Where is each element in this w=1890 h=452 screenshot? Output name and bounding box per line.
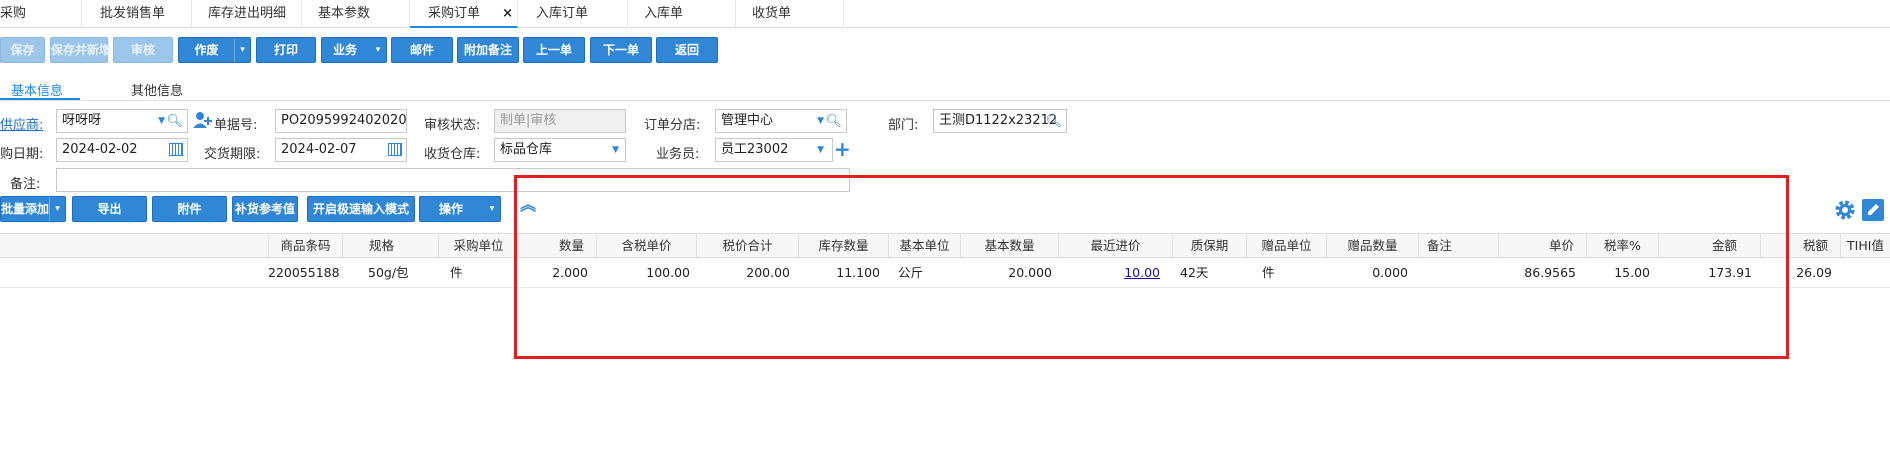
cell-barcode: 220055188 (268, 265, 340, 280)
col-spec[interactable]: 规格 (342, 233, 438, 258)
chevron-down-icon[interactable]: ▾ (370, 38, 386, 62)
save-new-button[interactable]: 保存并新增 (50, 37, 111, 63)
audit-status-field: 制单|审核 (494, 109, 626, 133)
audit-status-label: 审核状态: (424, 118, 481, 133)
tab-bar: 采购 批发销售单 库存进出明细 基本参数 采购订单 × 入库订单 入库单 收货单 (0, 0, 1890, 28)
supplier-value: 呀呀呀 (62, 113, 102, 128)
edit-icon[interactable] (1862, 199, 1884, 221)
chevron-down-icon[interactable]: ▾ (234, 38, 250, 62)
business-label: 业务 (332, 43, 357, 57)
subtab-indicator (0, 98, 80, 100)
dept-label: 部门: (888, 118, 919, 133)
chevron-down-icon[interactable]: ▼ (612, 139, 619, 161)
doc-no-label: 单据号: (214, 118, 258, 133)
batch-add-button[interactable]: 批量添加 ▾ (0, 196, 66, 222)
purchase-date-label: 购日期: (0, 147, 44, 162)
tab-label: 批发销售单 (100, 6, 166, 21)
attach-note-button[interactable]: 附加备注 (457, 37, 519, 63)
warehouse-value: 标品仓库 (500, 142, 553, 157)
calendar-icon[interactable] (388, 143, 402, 156)
audit-button[interactable]: 审核 (113, 37, 173, 63)
batch-add-label: 批量添加 (1, 202, 50, 216)
tab-purchase-order[interactable]: 采购订单 × (410, 0, 518, 28)
tab-label: 采购 (0, 6, 27, 21)
void-label: 作废 (194, 43, 219, 57)
cell-unit: 件 (450, 265, 463, 280)
tab-label: 基本参数 (318, 6, 371, 21)
subtab-divider (0, 100, 1890, 101)
col-tihi[interactable]: TIHI值 (1840, 233, 1890, 258)
tab-label: 库存进出明细 (208, 6, 287, 21)
delivery-value: 2024-02-07 (281, 142, 357, 157)
search-icon[interactable]: 🔍︎ (1045, 111, 1062, 132)
operate-label: 操作 (438, 202, 463, 216)
mail-button[interactable]: 邮件 (391, 37, 453, 63)
tab-label: 入库单 (644, 6, 684, 21)
cell-tihi (1840, 259, 1890, 287)
doc-no-field[interactable]: PO20959924020200( (275, 109, 407, 133)
gear-icon[interactable] (1833, 198, 1857, 225)
delivery-label: 交货期限: (204, 147, 261, 162)
supplier-label[interactable]: 供应商: (0, 114, 43, 133)
tab-receipt[interactable]: 收货单 (736, 0, 844, 28)
staff-label: 业务员: (656, 147, 700, 162)
business-button[interactable]: 业务 ▾ (321, 37, 387, 63)
staff-field[interactable]: 员工23002 ▼ (715, 138, 833, 162)
calendar-icon[interactable] (169, 143, 183, 156)
void-button[interactable]: 作废 ▾ (178, 37, 251, 63)
prev-button[interactable]: 上一单 (523, 37, 585, 63)
save-button[interactable]: 保存 (0, 37, 45, 63)
purchase-date-field[interactable]: 2024-02-02 (56, 138, 188, 162)
print-button[interactable]: 打印 (256, 37, 316, 63)
staff-value: 员工23002 (721, 142, 789, 157)
tab-label: 入库订单 (536, 6, 589, 21)
next-button[interactable]: 下一单 (590, 37, 652, 63)
tab-label: 收货单 (752, 6, 792, 21)
plus-icon[interactable]: + (834, 138, 851, 160)
export-button[interactable]: 导出 (72, 196, 147, 222)
chevron-down-icon[interactable]: ▼ (158, 110, 165, 132)
supplier-field[interactable]: 呀呀呀 ▼ 🔍︎ (56, 109, 188, 133)
dept-field[interactable]: 王测D1122x23212 🔍︎ (933, 109, 1067, 133)
fast-input-button[interactable]: 开启极速输入模式 (307, 196, 415, 222)
branch-label: 订单分店: (644, 118, 701, 133)
subtab-other[interactable]: 其他信息 (131, 80, 183, 99)
subtab-basic[interactable]: 基本信息 (11, 80, 63, 99)
chevron-down-icon[interactable]: ▾ (484, 197, 500, 221)
dept-value: 王测D1122x23212 (939, 113, 1058, 128)
cell-spec: 50g/包 (368, 265, 409, 280)
chevron-down-icon[interactable]: ▼ (817, 139, 824, 161)
attachment-button[interactable]: 附件 (152, 196, 227, 222)
replenish-button[interactable]: 补货参考值 (232, 196, 298, 222)
search-icon[interactable]: 🔍︎ (825, 111, 842, 132)
back-button[interactable]: 返回 (656, 37, 718, 63)
tab-stock-detail[interactable]: 库存进出明细 (192, 0, 302, 28)
chevron-down-icon[interactable]: ▾ (49, 197, 65, 221)
delivery-field[interactable]: 2024-02-07 (275, 138, 407, 162)
tab-label: 采购订单 (428, 6, 481, 21)
tab-inbound-order[interactable]: 入库订单 (518, 0, 628, 28)
col-barcode[interactable]: 商品条码 (268, 233, 342, 258)
highlight-box (514, 175, 1789, 359)
add-user-icon[interactable] (192, 111, 214, 131)
remark-label: 备注: (10, 177, 41, 192)
warehouse-label: 收货仓库: (424, 147, 481, 162)
purchase-date-value: 2024-02-02 (62, 142, 138, 157)
tab-inbound[interactable]: 入库单 (628, 0, 736, 28)
col-unit[interactable]: 采购单位 (438, 233, 518, 258)
close-icon[interactable]: × (502, 0, 513, 28)
warehouse-field[interactable]: 标品仓库 ▼ (494, 138, 626, 162)
tab-wholesale[interactable]: 批发销售单 (82, 0, 192, 28)
operate-button[interactable]: 操作 ▾ (419, 196, 501, 222)
branch-value: 管理中心 (721, 113, 774, 128)
branch-field[interactable]: 管理中心 ▼ 🔍︎ (715, 109, 847, 133)
tab-purchase[interactable]: 采购 (0, 0, 82, 28)
tab-basic-params[interactable]: 基本参数 (302, 0, 410, 28)
search-icon[interactable]: 🔍︎ (166, 111, 183, 132)
chevron-down-icon[interactable]: ▼ (817, 110, 824, 132)
